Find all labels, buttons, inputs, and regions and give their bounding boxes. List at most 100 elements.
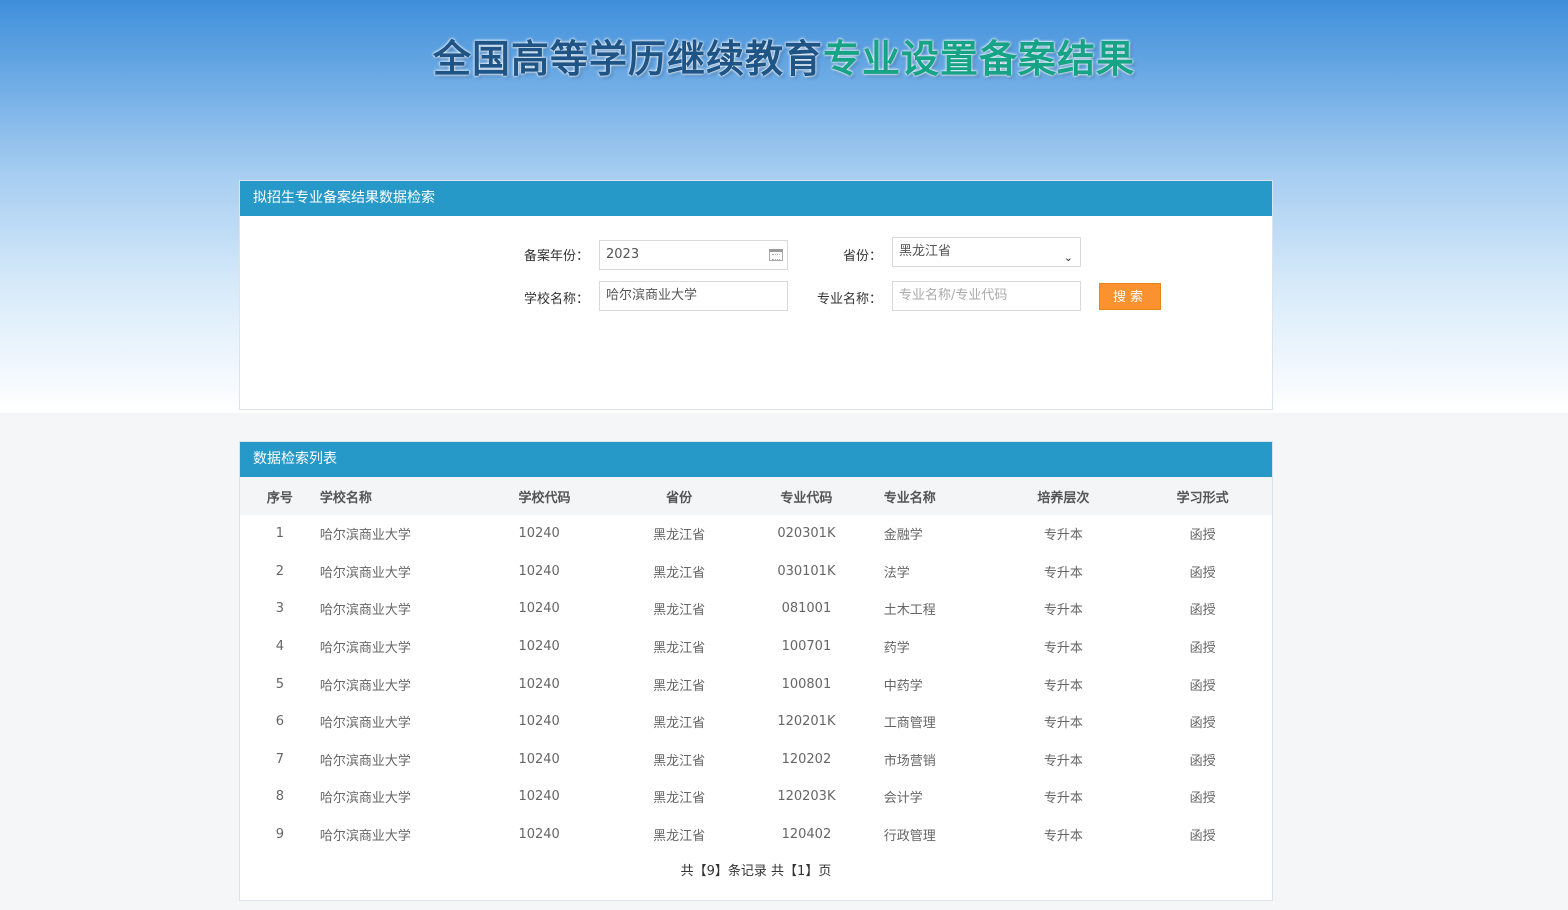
- major-code-cell: 120202: [781, 751, 832, 767]
- chevron-down-icon[interactable]: ⌄: [1064, 244, 1073, 272]
- school-input[interactable]: 哈尔滨商业大学: [599, 281, 788, 311]
- search-button[interactable]: 搜索: [1099, 283, 1161, 310]
- major-name-cell: 金融学: [883, 528, 923, 544]
- results-table: 序号 学校名称 学校代码 省份 专业代码 专业名称 培养层次 学习形式 1 哈尔滨…: [240, 477, 1272, 853]
- major-label: 专业名称：: [816, 292, 882, 307]
- row-index: 5: [275, 676, 285, 692]
- school-name-cell: 哈尔滨商业大学: [319, 528, 411, 544]
- table-row: 9 哈尔滨商业大学 10240 黑龙江省 120402 行政管理 专升本 函授: [240, 816, 1272, 854]
- study-mode-cell: 函授: [1189, 753, 1216, 769]
- level-cell: 专升本: [1043, 528, 1083, 544]
- table-row: 6 哈尔滨商业大学 10240 黑龙江省 120201K 工商管理 专升本 函授: [240, 703, 1272, 741]
- school-code-cell: 10240: [518, 639, 560, 655]
- column-header: 省份: [666, 490, 693, 506]
- province-select[interactable]: 黑龙江省 ⌄: [892, 237, 1081, 267]
- column-header: 序号: [266, 490, 293, 506]
- major-placeholder: 专业名称/专业代码: [899, 288, 1008, 303]
- school-code-cell: 10240: [518, 676, 560, 692]
- school-value: 哈尔滨商业大学: [606, 288, 698, 303]
- school-code-cell: 10240: [518, 601, 560, 617]
- province-label: 省份：: [842, 249, 882, 264]
- school-code-cell: 10240: [518, 789, 560, 805]
- major-name-cell: 法学: [883, 565, 910, 581]
- column-header: 培养层次: [1037, 490, 1090, 506]
- major-name-cell: 市场营销: [883, 753, 936, 769]
- study-mode-cell: 函授: [1189, 641, 1216, 657]
- school-name-cell: 哈尔滨商业大学: [319, 829, 411, 845]
- row-index: 3: [275, 601, 285, 617]
- school-code-cell: 10240: [518, 526, 560, 542]
- year-value: 2023: [606, 247, 640, 262]
- table-row: 8 哈尔滨商业大学 10240 黑龙江省 120203K 会计学 专升本 函授: [240, 778, 1272, 816]
- table-row: 3 哈尔滨商业大学 10240 黑龙江省 081001 土木工程 专升本 函授: [240, 590, 1272, 628]
- results-panel: 数据检索列表 序号 学校名称 学校代码 省份 专业代码 专业名称 培养层次 学习…: [239, 441, 1273, 901]
- province-cell: 黑龙江省: [653, 528, 706, 544]
- school-label: 学校名称：: [523, 292, 589, 307]
- province-cell: 黑龙江省: [653, 716, 706, 732]
- level-cell: 专升本: [1043, 753, 1083, 769]
- year-field[interactable]: 2023: [599, 240, 788, 270]
- school-code-cell: 10240: [518, 563, 560, 579]
- province-cell: 黑龙江省: [653, 791, 706, 807]
- study-mode-cell: 函授: [1189, 528, 1216, 544]
- major-code-cell: 020301K: [777, 526, 836, 542]
- level-cell: 专升本: [1043, 716, 1083, 732]
- page-title-part1: 全国高等学历继续教育: [432, 37, 823, 81]
- table-row: 2 哈尔滨商业大学 10240 黑龙江省 030101K 法学 专升本 函授: [240, 553, 1272, 591]
- study-mode-cell: 函授: [1189, 678, 1216, 694]
- major-name-cell: 会计学: [883, 791, 923, 807]
- level-cell: 专升本: [1043, 791, 1083, 807]
- school-code-cell: 10240: [518, 714, 560, 730]
- study-mode-cell: 函授: [1189, 829, 1216, 845]
- row-index: 4: [275, 639, 285, 655]
- column-header: 学校名称: [319, 490, 372, 506]
- column-header: 学校代码: [518, 490, 571, 506]
- column-header: 学习形式: [1176, 490, 1229, 506]
- year-label: 备案年份：: [523, 249, 589, 264]
- school-name-cell: 哈尔滨商业大学: [319, 641, 411, 657]
- level-cell: 专升本: [1043, 641, 1083, 657]
- pagination-summary: 共【9】条记录 共【1】页: [680, 864, 832, 879]
- study-mode-cell: 函授: [1189, 791, 1216, 807]
- column-header: 专业名称: [883, 490, 936, 506]
- school-name-cell: 哈尔滨商业大学: [319, 565, 411, 581]
- table-header-row: 序号 学校名称 学校代码 省份 专业代码 专业名称 培养层次 学习形式: [240, 477, 1272, 515]
- school-name-cell: 哈尔滨商业大学: [319, 678, 411, 694]
- major-code-cell: 100801: [781, 676, 832, 692]
- results-panel-title: 数据检索列表: [240, 442, 1272, 477]
- level-cell: 专升本: [1043, 603, 1083, 619]
- row-index: 6: [275, 714, 285, 730]
- level-cell: 专升本: [1043, 678, 1083, 694]
- province-cell: 黑龙江省: [653, 678, 706, 694]
- row-index: 7: [275, 751, 285, 767]
- row-index: 2: [275, 563, 285, 579]
- major-code-cell: 100701: [781, 639, 832, 655]
- province-value: 黑龙江省: [899, 244, 952, 259]
- row-index: 1: [275, 526, 285, 542]
- page-title: 全国高等学历继续教育专业设置备案结果: [0, 34, 1568, 84]
- search-panel: 拟招生专业备案结果数据检索 备案年份： 2023 省份： 黑龙江省 ⌄ 学校名称…: [239, 180, 1273, 410]
- major-input[interactable]: 专业名称/专业代码: [892, 281, 1081, 311]
- table-row: 7 哈尔滨商业大学 10240 黑龙江省 120202 市场营销 专升本 函授: [240, 741, 1272, 779]
- row-index: 9: [275, 827, 285, 843]
- province-cell: 黑龙江省: [653, 565, 706, 581]
- province-cell: 黑龙江省: [653, 603, 706, 619]
- major-name-cell: 工商管理: [883, 716, 936, 732]
- major-code-cell: 030101K: [777, 563, 836, 579]
- table-row: 4 哈尔滨商业大学 10240 黑龙江省 100701 药学 专升本 函授: [240, 628, 1272, 666]
- school-name-cell: 哈尔滨商业大学: [319, 603, 411, 619]
- major-code-cell: 120203K: [777, 789, 836, 805]
- search-panel-title: 拟招生专业备案结果数据检索: [240, 181, 1272, 216]
- province-cell: 黑龙江省: [653, 641, 706, 657]
- calendar-icon[interactable]: [769, 249, 783, 261]
- study-mode-cell: 函授: [1189, 603, 1216, 619]
- major-name-cell: 行政管理: [883, 829, 936, 845]
- major-name-cell: 药学: [883, 641, 910, 657]
- page-title-part2: 专业设置备案结果: [823, 37, 1136, 81]
- major-name-cell: 中药学: [883, 678, 923, 694]
- school-name-cell: 哈尔滨商业大学: [319, 716, 411, 732]
- province-cell: 黑龙江省: [653, 753, 706, 769]
- level-cell: 专升本: [1043, 829, 1083, 845]
- major-code-cell: 120201K: [777, 714, 836, 730]
- school-code-cell: 10240: [518, 827, 560, 843]
